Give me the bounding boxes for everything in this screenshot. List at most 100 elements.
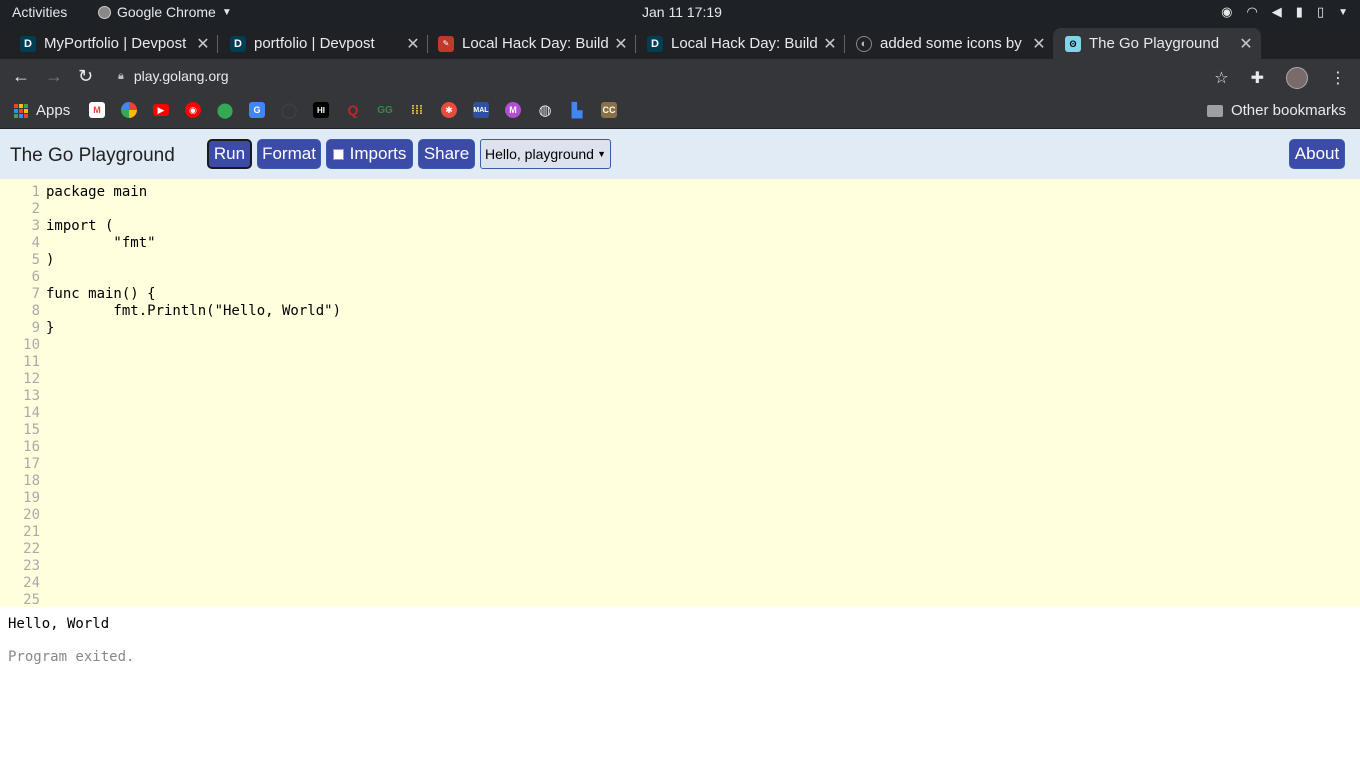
other-bookmarks[interactable]: Other bookmarks [1206, 102, 1346, 119]
github-icon[interactable]: ◯ [281, 102, 298, 119]
hackerrank-icon[interactable]: HI [313, 102, 329, 118]
run-button[interactable]: Run [207, 139, 252, 169]
tab-title: portfolio | Devpost [254, 35, 375, 52]
line-number: 15 [23, 422, 40, 438]
address-bar[interactable]: 🔒︎ play.golang.org [118, 68, 229, 84]
extensions-icon[interactable]: ✚ [1251, 68, 1264, 88]
code-line[interactable]: "fmt" [46, 235, 341, 252]
line-number: 5 [31, 252, 40, 268]
toolbar-actions: ☆ ✚ ⋮ [1214, 67, 1346, 89]
example-select[interactable]: Hello, playground ▼ [480, 139, 611, 169]
system-top-bar: Activities Google Chrome ▼ Jan 11 17:19 … [0, 0, 1360, 26]
back-icon[interactable]: ← [12, 66, 30, 87]
line-numbers: 1 2 3 4 5 6 7 8 9 10 11 12 13 14 15 16 17 18 19 20 21 22 23 24 2… [0, 184, 40, 607]
code-line[interactable]: import ( [46, 218, 341, 235]
activities-button[interactable]: Activities [12, 4, 67, 20]
line-number: 16 [23, 439, 40, 455]
code-line[interactable] [46, 269, 341, 286]
codechef-icon[interactable]: ✱ [441, 102, 457, 118]
discord-icon[interactable]: ◉ [1221, 4, 1232, 20]
volume-icon: ◀ [1271, 4, 1282, 19]
tab-title: The Go Playground [1089, 35, 1220, 52]
tab-title: MyPortfolio | Devpost [44, 35, 187, 52]
close-icon[interactable]: ✕ [1030, 34, 1048, 54]
tab-github-commit[interactable]: ◐ added some icons by ✕ [836, 28, 1054, 59]
bookmarks-bar: Apps M ▶ ◉ ⬤ G ◯ HI Q GG ⁞⁞⁞ ✱ MAL M ◍ ▙… [0, 95, 1360, 129]
example-select-value: Hello, playground [485, 146, 594, 162]
globe-icon[interactable]: ◍ [537, 102, 553, 119]
photos-icon[interactable] [121, 102, 137, 118]
translate-icon[interactable]: G [249, 102, 265, 118]
about-button[interactable]: About [1289, 139, 1345, 169]
cc-icon[interactable]: CC [601, 102, 617, 118]
chevron-down-icon: ▼ [1338, 6, 1348, 18]
code-line[interactable]: package main [46, 184, 341, 201]
page-title[interactable]: The Go Playground [10, 145, 175, 167]
medium-icon[interactable]: M [505, 102, 521, 118]
format-button[interactable]: Format [257, 139, 321, 169]
quora-icon[interactable]: Q [345, 102, 361, 118]
line-number: 21 [23, 524, 40, 540]
line-number: 22 [23, 541, 40, 557]
tab-local-hack-day[interactable]: ✎ Local Hack Day: Build ✕ [418, 28, 636, 59]
apps-label: Apps [36, 102, 71, 119]
code-line[interactable] [46, 201, 341, 218]
code-line[interactable]: fmt.Println("Hello, World") [46, 303, 341, 320]
line-number: 1 [31, 184, 40, 200]
gmail-icon[interactable]: M [89, 102, 105, 118]
output-stdout: Hello, World [8, 616, 110, 632]
devpost-icon: D [230, 35, 246, 52]
wifi-icon: ◠ [1246, 4, 1258, 19]
imports-checkbox[interactable] [332, 148, 344, 160]
lock-icon[interactable]: 🔒︎ [118, 70, 124, 83]
mal-icon[interactable]: MAL [473, 102, 489, 118]
gopher-icon: ʘ [1065, 35, 1081, 52]
devpost-icon: D [20, 35, 36, 52]
line-number: 4 [31, 235, 40, 251]
line-number: 12 [23, 371, 40, 387]
line-number: 17 [23, 456, 40, 472]
line-number: 18 [23, 473, 40, 489]
system-tray[interactable]: ◉ ◠ ◀ ▮ ▯ ▼ [1221, 4, 1348, 20]
youtube-icon[interactable]: ▶ [153, 104, 169, 116]
line-number: 23 [23, 558, 40, 574]
tab-local-hack-day-devpost[interactable]: D Local Hack Day: Build ✕ [627, 28, 845, 59]
forward-icon[interactable]: → [45, 66, 63, 87]
output-panel: Hello, World Program exited. [8, 616, 134, 665]
maps-icon[interactable]: ⬤ [217, 102, 234, 119]
line-number: 9 [31, 320, 40, 336]
line-number: 3 [31, 218, 40, 234]
line-number: 14 [23, 405, 40, 421]
tab-go-playground[interactable]: ʘ The Go Playground ✕ [1053, 28, 1261, 59]
imports-toggle[interactable]: Imports [326, 139, 413, 169]
code-line[interactable]: } [46, 320, 341, 337]
clock[interactable]: Jan 11 17:19 [642, 4, 722, 20]
tab-myportfolio[interactable]: D MyPortfolio | Devpost ✕ [0, 28, 218, 59]
battery-icon: ▯ [1316, 4, 1325, 19]
mlh-icon: ✎ [438, 35, 454, 52]
app-menu[interactable]: Google Chrome ▼ [98, 4, 232, 20]
code-line[interactable]: ) [46, 252, 341, 269]
share-button[interactable]: Share [418, 139, 475, 169]
menu-icon[interactable]: ⋮ [1330, 68, 1346, 88]
chart-icon[interactable]: ▙ [569, 102, 585, 118]
bookmark-star-icon[interactable]: ☆ [1214, 68, 1228, 88]
url-text[interactable]: play.golang.org [134, 68, 229, 84]
apps-grid-icon [14, 103, 28, 118]
tab-portfolio[interactable]: D portfolio | Devpost ✕ [210, 28, 428, 59]
line-number: 6 [31, 269, 40, 285]
grid-icon[interactable]: ⁞⁞⁞ [409, 102, 425, 118]
code-editor[interactable]: 1 2 3 4 5 6 7 8 9 10 11 12 13 14 15 16 17 18 19 20 21 22 23 24 2… [0, 179, 1360, 607]
apps-bookmark[interactable]: Apps [14, 102, 70, 119]
profile-avatar[interactable] [1286, 67, 1308, 89]
output-status: Program exited. [8, 649, 135, 665]
devpost-icon: D [647, 35, 663, 52]
youtube-music-icon[interactable]: ◉ [185, 102, 201, 118]
close-icon[interactable]: ✕ [1237, 34, 1255, 54]
other-bookmarks-label: Other bookmarks [1230, 102, 1346, 119]
reload-icon[interactable]: ↻ [78, 66, 93, 87]
code-text[interactable]: package main import ( "fmt") func main() {… [46, 184, 341, 337]
line-number: 13 [23, 388, 40, 404]
code-line[interactable]: func main() { [46, 286, 341, 303]
geeksforgeeks-icon[interactable]: GG [377, 102, 393, 118]
